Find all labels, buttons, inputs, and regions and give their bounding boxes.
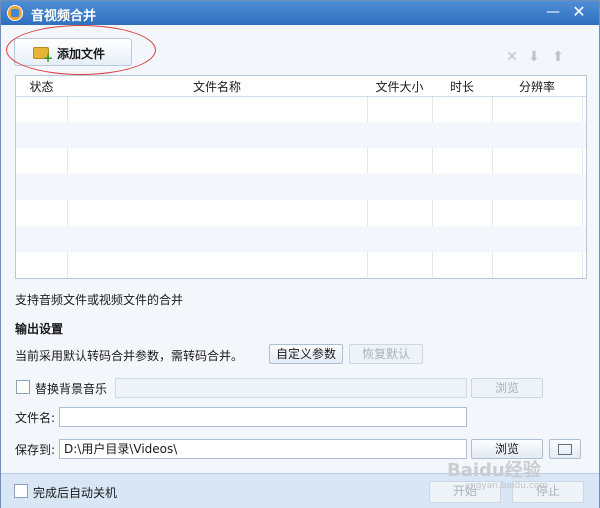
replace-bgm-label: 替换背景音乐 [35, 382, 108, 396]
filename-label: 文件名: [15, 411, 56, 425]
move-up-icon[interactable]: ⬆ [549, 48, 567, 66]
column-header-size[interactable]: 文件大小 [367, 78, 432, 94]
column-header-filename[interactable]: 文件名称 [67, 78, 367, 94]
table-row[interactable] [16, 226, 586, 252]
move-down-icon[interactable]: ⬇ [525, 48, 543, 66]
audio-video-merge-window: 音视频合并 — ✕ 添加文件 ✕ ⬇ ⬆ 状态 文件名称 文件大小 时长 分辨率… [0, 0, 600, 508]
bgm-path-input[interactable] [115, 378, 467, 398]
save-to-label: 保存到: [15, 443, 56, 457]
close-button[interactable]: ✕ [567, 2, 591, 22]
folder-icon [558, 444, 572, 455]
output-settings-title: 输出设置 [15, 322, 64, 336]
window-title: 音视频合并 [31, 9, 97, 24]
watermark-url: jingyan.baidu.com [465, 481, 549, 491]
title-bar: 音视频合并 — ✕ [1, 1, 599, 25]
restore-default-button[interactable]: 恢复默认 [349, 344, 423, 364]
filename-input[interactable] [59, 407, 467, 427]
replace-bgm-checkbox[interactable] [16, 380, 30, 394]
custom-params-button[interactable]: 自定义参数 [269, 344, 343, 364]
save-path-input[interactable]: D:\用户目录\Videos\ [59, 439, 467, 459]
add-file-button[interactable]: 添加文件 [14, 38, 132, 66]
table-row[interactable] [16, 148, 586, 174]
table-row[interactable] [16, 122, 586, 148]
default-params-text: 当前采用默认转码合并参数，需转码合并。 [15, 349, 244, 363]
auto-shutdown-checkbox[interactable] [14, 484, 28, 498]
folder-add-icon [33, 47, 53, 64]
browse-bgm-button[interactable]: 浏览 [471, 378, 543, 398]
column-header-status[interactable]: 状态 [16, 78, 67, 94]
remove-icon[interactable]: ✕ [503, 48, 521, 66]
minimize-button[interactable]: — [541, 2, 565, 22]
table-row[interactable] [16, 96, 586, 122]
add-file-label: 添加文件 [57, 47, 106, 61]
app-icon [7, 5, 23, 21]
baidu-watermark: Baidu经验 jingyan.baidu.com [447, 456, 597, 498]
file-table[interactable]: 状态 文件名称 文件大小 时长 分辨率 [15, 75, 587, 279]
table-row[interactable] [16, 252, 586, 278]
table-row[interactable] [16, 200, 586, 226]
watermark-main: Baidu经验 [447, 460, 541, 481]
column-header-resolution[interactable]: 分辨率 [492, 78, 582, 94]
support-hint: 支持音频文件或视频文件的合并 [15, 293, 184, 307]
auto-shutdown-label: 完成后自动关机 [33, 486, 118, 500]
table-header: 状态 文件名称 文件大小 时长 分辨率 [16, 76, 586, 97]
table-row[interactable] [16, 174, 586, 200]
column-header-duration[interactable]: 时长 [432, 78, 492, 94]
